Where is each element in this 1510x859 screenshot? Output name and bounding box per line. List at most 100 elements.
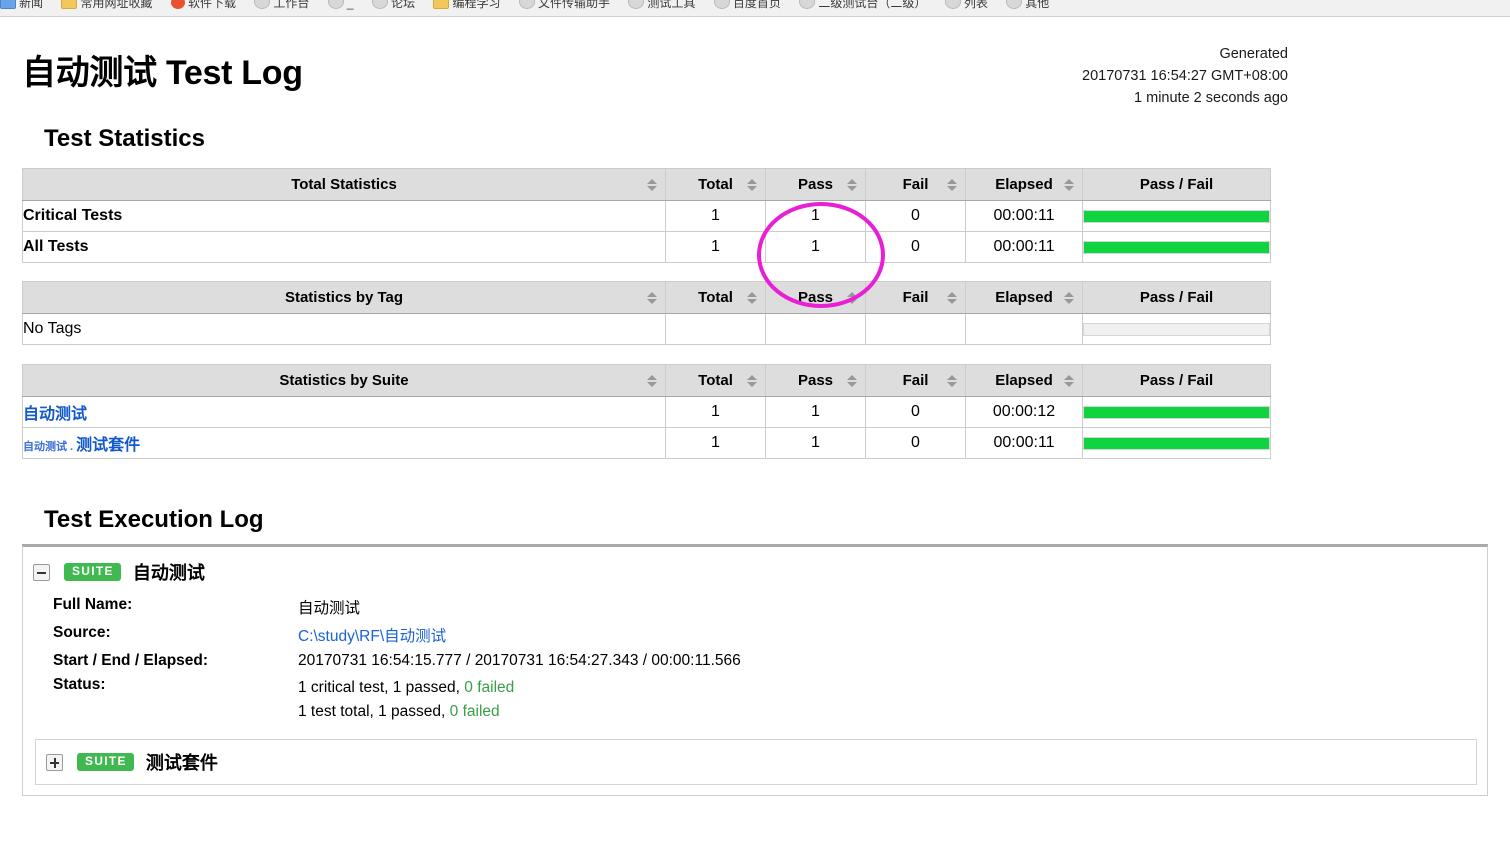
total-statistics-table: Total Statistics Total Pass Fail Elapsed…: [22, 168, 1271, 263]
globe-icon: [372, 0, 389, 9]
globe-icon: [628, 0, 645, 9]
source-path-link[interactable]: C:\study\RF\自动测试: [298, 628, 446, 645]
page-icon: [0, 0, 16, 9]
sort-arrows-icon[interactable]: [847, 291, 858, 304]
bookmark-item[interactable]: 软件下载: [170, 0, 236, 11]
child-suite-header[interactable]: SUITE 测试套件: [36, 745, 1476, 777]
bookmark-item[interactable]: 工作台: [254, 0, 309, 11]
meta-value: 1 critical test, 1 passed, 0 failed 1 te…: [298, 673, 741, 727]
bookmark-item[interactable]: 文件传输助手: [518, 0, 610, 11]
sort-arrows-icon[interactable]: [747, 291, 758, 304]
col-header-label: Pass: [797, 372, 834, 389]
cell-fail: 0: [865, 427, 966, 459]
col-header-label: Total Statistics: [291, 176, 397, 193]
table-row: 自动测试 1 1 0 00:00:12: [22, 396, 1271, 428]
status-failed-count: 0 failed: [449, 703, 500, 720]
sort-arrows-icon[interactable]: [947, 291, 958, 304]
bookmark-item[interactable]: 新闻: [0, 0, 43, 11]
sort-arrows-icon[interactable]: [647, 178, 658, 191]
suite-link[interactable]: 测试套件: [76, 437, 140, 454]
row-name: No Tags: [22, 313, 666, 345]
col-header-fail[interactable]: Fail: [865, 168, 966, 201]
col-header-pass[interactable]: Pass: [765, 281, 866, 314]
sort-arrows-icon[interactable]: [647, 374, 658, 387]
col-header-fail[interactable]: Fail: [865, 281, 966, 314]
suite-badge: SUITE: [64, 563, 121, 581]
row-name: All Tests: [22, 231, 666, 263]
col-header-label: Fail: [902, 372, 929, 389]
bookmark-label: _: [346, 0, 354, 10]
col-header-name[interactable]: Statistics by Tag: [22, 281, 666, 314]
sort-arrows-icon[interactable]: [1064, 291, 1075, 304]
col-header-elapsed[interactable]: Elapsed: [965, 168, 1083, 201]
cell-passfail-bar: [1082, 313, 1271, 345]
bookmark-item[interactable]: 测试工具: [628, 0, 695, 11]
cell-total: 1: [665, 427, 766, 459]
globe-icon: [254, 0, 271, 9]
col-header-name[interactable]: Total Statistics: [22, 168, 666, 201]
col-header-pass[interactable]: Pass: [765, 364, 866, 397]
suite-link[interactable]: 自动测试: [23, 406, 87, 423]
red-circle-icon: [170, 0, 185, 9]
collapse-toggle-icon[interactable]: [33, 563, 50, 581]
cell-pass: [765, 313, 866, 345]
table-row: All Tests 1 1 0 00:00:11: [22, 231, 1271, 263]
sort-arrows-icon[interactable]: [1064, 178, 1075, 191]
col-header-total[interactable]: Total: [665, 364, 766, 397]
cell-elapsed: [965, 313, 1083, 345]
bookmark-item[interactable]: 其他: [1006, 0, 1049, 11]
bookmark-label: 其他: [1025, 0, 1050, 10]
col-header-passfail: Pass / Fail: [1082, 281, 1271, 314]
col-header-label: Pass / Fail: [1139, 176, 1214, 193]
expand-toggle-icon[interactable]: [46, 753, 63, 771]
bookmark-item[interactable]: _: [327, 0, 354, 10]
bookmark-item[interactable]: 常用网址收藏: [61, 0, 152, 11]
meta-label: Full Name:: [53, 596, 133, 613]
col-header-label: Pass / Fail: [1139, 289, 1214, 306]
globe-icon: [518, 0, 535, 9]
bookmark-item[interactable]: 百度首页: [713, 0, 781, 11]
col-header-label: Total: [698, 176, 733, 193]
suite-parent-prefix: 自动测试 .: [23, 441, 77, 453]
bookmark-label: 常用网址收藏: [80, 0, 153, 10]
cell-pass: 1: [765, 231, 866, 263]
pass-bar-fill: [1084, 210, 1269, 222]
sort-arrows-icon[interactable]: [947, 374, 958, 387]
statistics-by-tag-table: Statistics by Tag Total Pass Fail Elapse…: [22, 281, 1271, 345]
test-statistics-heading: Test Statistics: [44, 125, 205, 152]
globe-icon: [1006, 0, 1023, 9]
generated-timestamp: 20170731 16:54:27 GMT+08:00: [1082, 68, 1288, 84]
browser-bookmarks-bar[interactable]: 新闻 常用网址收藏 软件下载 工作台 _ 论坛 编程学习 文件传输助手 测试工具…: [0, 0, 1510, 17]
sort-arrows-icon[interactable]: [1064, 374, 1075, 387]
bookmark-item[interactable]: 二级测试台（二级）: [799, 0, 926, 11]
suite-metadata-table: Full Name: 自动测试 Source: C:\study\RF\自动测试…: [53, 593, 741, 727]
col-header-passfail: Pass / Fail: [1082, 168, 1271, 201]
table-row: 自动测试 . 测试套件 1 1 0 00:00:11: [22, 427, 1271, 459]
sort-arrows-icon[interactable]: [747, 374, 758, 387]
col-header-name[interactable]: Statistics by Suite: [22, 364, 666, 397]
sort-arrows-icon[interactable]: [747, 178, 758, 191]
test-execution-log-heading: Test Execution Log: [44, 506, 264, 533]
col-header-pass[interactable]: Pass: [765, 168, 866, 201]
bookmark-item[interactable]: 论坛: [372, 0, 415, 11]
cell-elapsed: 00:00:11: [965, 231, 1083, 263]
cell-passfail-bar: [1082, 200, 1271, 232]
bookmark-item[interactable]: 编程学习: [433, 0, 501, 11]
col-header-elapsed[interactable]: Elapsed: [965, 281, 1083, 314]
col-header-fail[interactable]: Fail: [865, 364, 966, 397]
bookmark-item[interactable]: 列表: [944, 0, 988, 11]
sort-arrows-icon[interactable]: [947, 178, 958, 191]
pass-fail-bar: [1083, 322, 1270, 336]
cell-total: 1: [665, 396, 766, 428]
col-header-total[interactable]: Total: [665, 168, 766, 201]
sort-arrows-icon[interactable]: [847, 374, 858, 387]
meta-value: 自动测试: [298, 600, 361, 617]
sort-arrows-icon[interactable]: [847, 178, 858, 191]
generated-label: Generated: [1219, 46, 1288, 62]
root-suite-header[interactable]: SUITE 自动测试: [23, 555, 1487, 587]
col-header-elapsed[interactable]: Elapsed: [965, 364, 1083, 397]
meta-row: Start / End / Elapsed: 20170731 16:54:15…: [53, 649, 741, 673]
pass-fail-bar: [1083, 436, 1270, 450]
sort-arrows-icon[interactable]: [647, 291, 658, 304]
col-header-total[interactable]: Total: [665, 281, 766, 314]
